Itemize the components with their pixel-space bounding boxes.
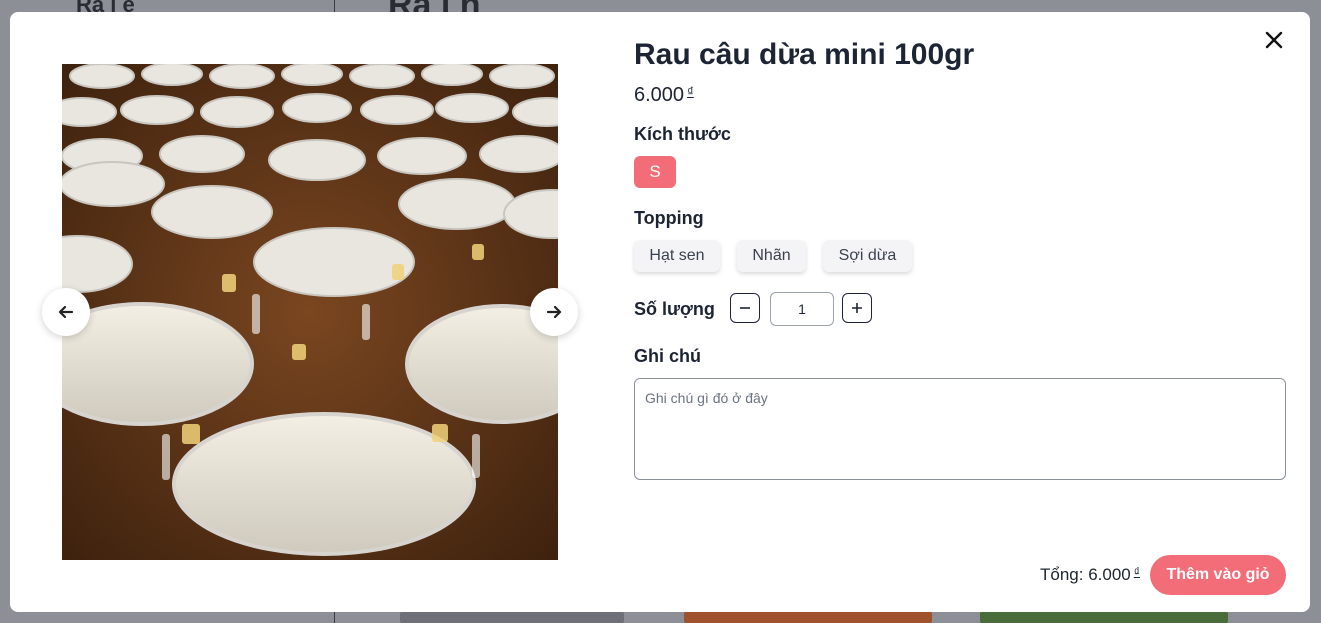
carousel-next-button[interactable] — [530, 288, 578, 336]
note-label: Ghi chú — [634, 346, 701, 366]
size-label: Kích thước — [634, 124, 731, 144]
arrow-right-icon — [546, 305, 562, 319]
price-currency: ₫ — [687, 84, 694, 99]
background-product-card — [400, 612, 624, 623]
product-image — [62, 64, 558, 560]
quantity-increase-button[interactable] — [842, 293, 872, 323]
arrow-left-icon — [58, 305, 74, 319]
quantity-decrease-button[interactable] — [730, 293, 760, 323]
topping-option-soi-dua[interactable]: Sợi dừa — [823, 240, 912, 272]
topping-label: Topping — [634, 208, 704, 228]
quantity-input[interactable] — [770, 292, 834, 326]
total-value: Tổng: 6.000 — [1040, 565, 1131, 584]
carousel-prev-button[interactable] — [42, 288, 90, 336]
plus-icon — [852, 303, 862, 313]
quantity-label: Số lượng — [634, 299, 715, 319]
topping-option-hat-sen[interactable]: Hạt sen — [634, 240, 720, 272]
product-price: 6.000 ₫ — [634, 84, 694, 107]
minus-icon — [740, 307, 750, 309]
price-value: 6.000 — [634, 84, 685, 106]
total-currency: ₫ — [1133, 565, 1140, 579]
close-icon — [1265, 31, 1283, 49]
note-textarea[interactable] — [634, 378, 1286, 480]
topping-option-nhan[interactable]: Nhãn — [737, 240, 806, 272]
close-button[interactable] — [1262, 28, 1286, 52]
add-to-cart-button[interactable]: Thêm vào giỏ — [1150, 555, 1286, 595]
product-modal: Rau câu dừa mini 100gr 6.000 ₫ Kích thước… — [10, 12, 1310, 612]
background-product-card — [684, 612, 932, 623]
background-product-card — [980, 612, 1228, 623]
order-total: Tổng: 6.000 ₫ — [1040, 565, 1140, 585]
product-title: Rau câu dừa mini 100gr — [634, 38, 975, 71]
size-option-s[interactable]: S — [634, 156, 676, 188]
